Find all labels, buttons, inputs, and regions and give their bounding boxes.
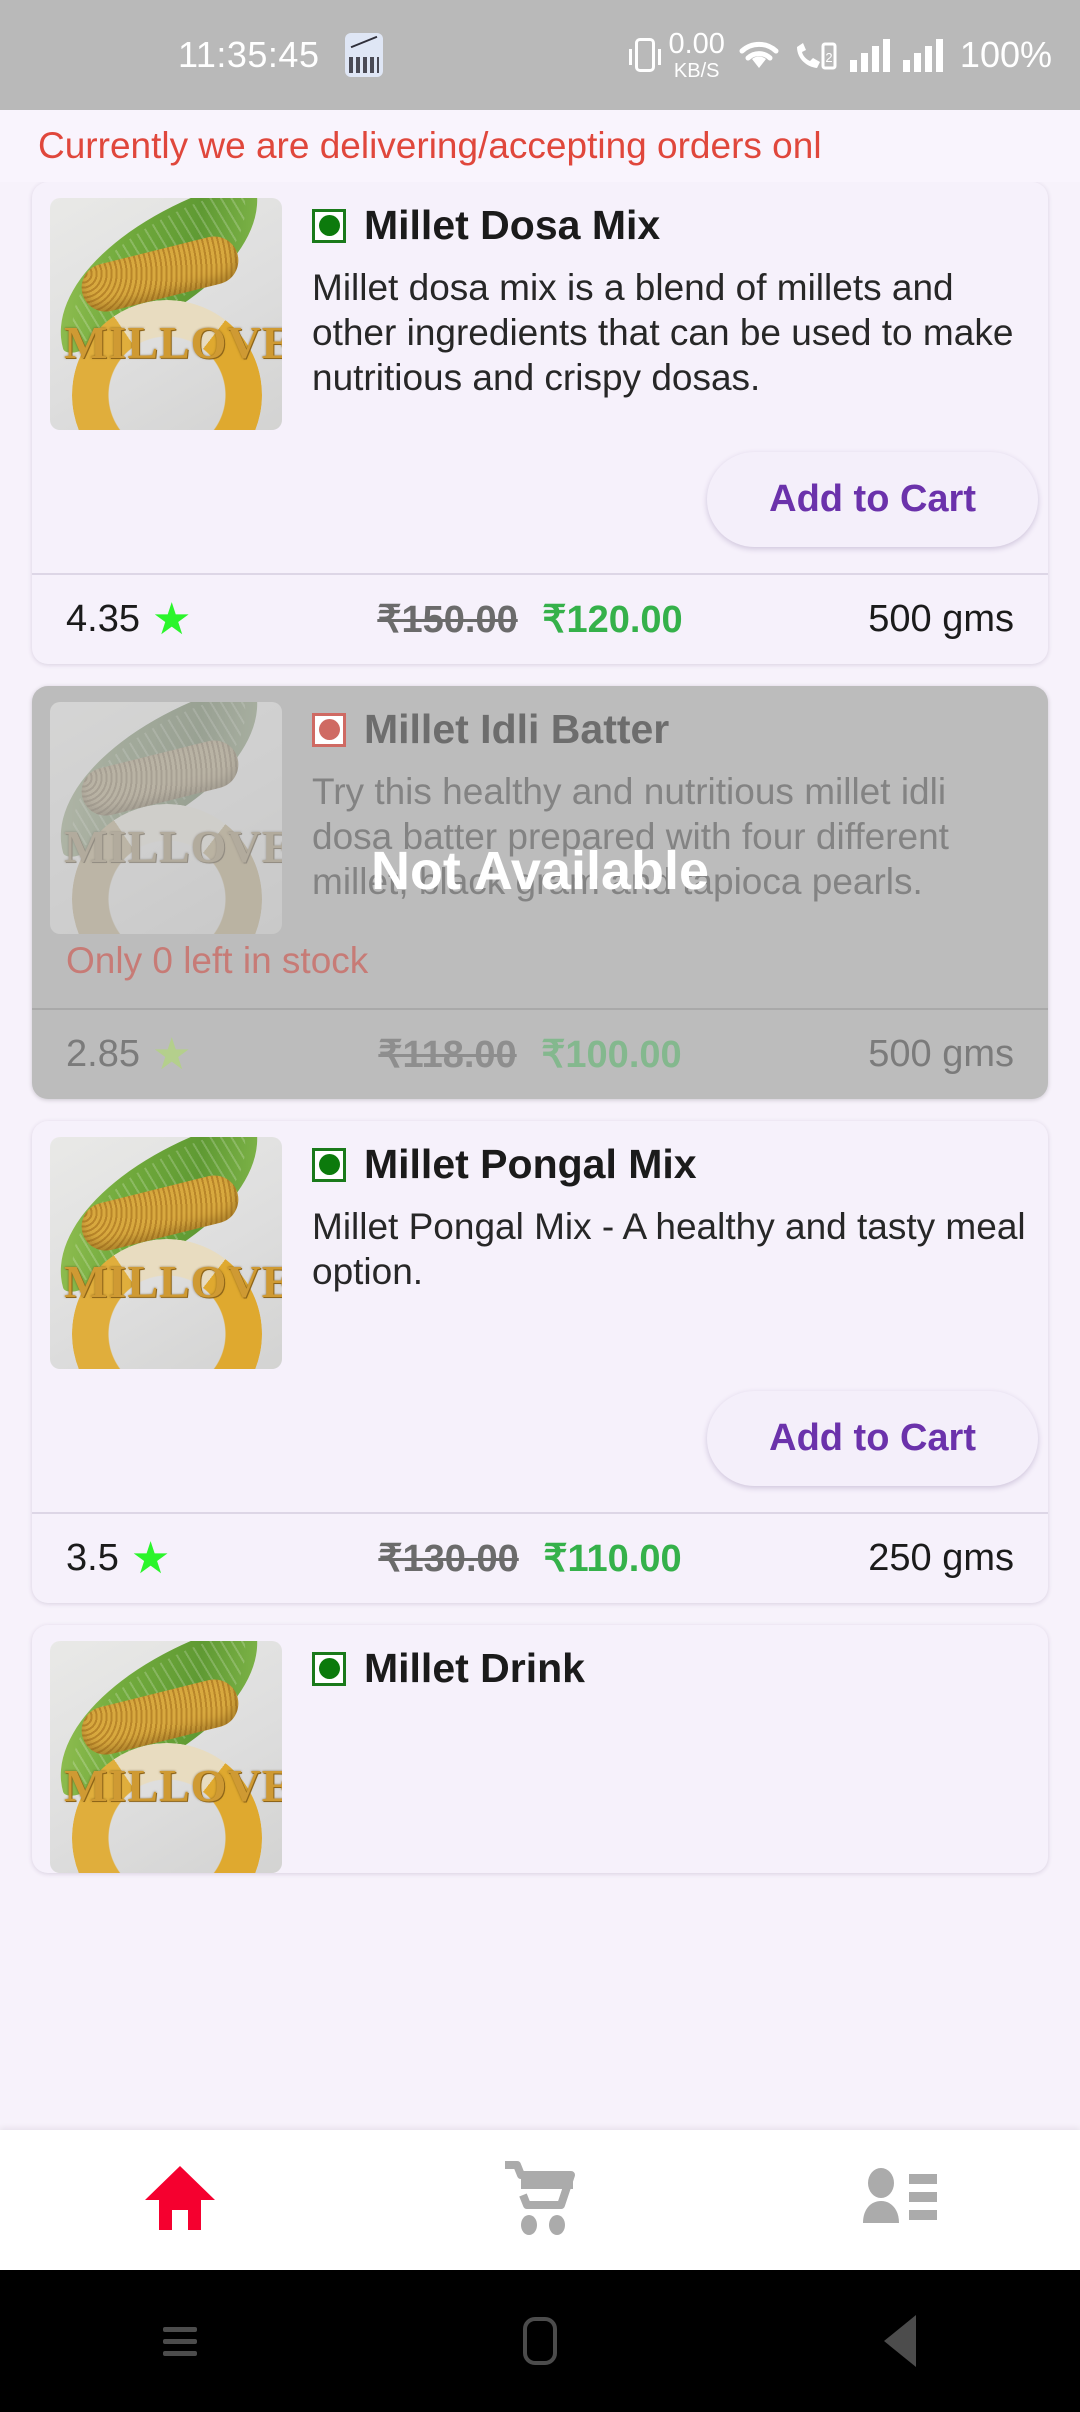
product-card-body: MILLOVE Millet Drink — [32, 1625, 1048, 1873]
product-title-row: Millet Idli Batter — [312, 706, 1030, 753]
veg-indicator-icon — [312, 208, 346, 243]
back-triangle-icon — [884, 2315, 916, 2367]
nonveg-indicator-icon — [312, 712, 346, 747]
product-description: Try this healthy and nutritious millet i… — [312, 771, 949, 903]
product-card-body: MILLOVE Millet Idli Batter Try this heal… — [32, 686, 1048, 934]
product-title-row: Millet Dosa Mix — [312, 202, 1030, 249]
original-price: ₹118.00 — [378, 1034, 517, 1076]
brand-logo-text: MILLOVE — [64, 1760, 282, 1811]
sale-price: ₹100.00 — [541, 1034, 682, 1076]
product-description: Millet dosa mix is a blend of millets an… — [312, 267, 1014, 399]
account-list-icon — [859, 2163, 941, 2238]
product-card-millet-idli-batter[interactable]: MILLOVE Millet Idli Batter Try this heal… — [32, 686, 1048, 1099]
bottom-navigation-bar — [0, 2130, 1080, 2270]
signal-bars-sim1 — [849, 38, 890, 72]
veg-indicator-icon — [312, 1651, 346, 1686]
product-card-body: MILLOVE Millet Pongal Mix Millet Pongal … — [32, 1121, 1048, 1369]
product-rating: 2.85 ★ — [66, 1029, 276, 1079]
nav-item-home[interactable] — [0, 2162, 360, 2239]
original-price: ₹150.00 — [377, 599, 518, 641]
vibrate-icon — [629, 38, 662, 72]
wifi-icon — [738, 38, 780, 72]
phone-screen: 11:35:45 0.00 KB/S 2 100% Currently we a… — [0, 0, 1080, 2412]
rating-value: 3.5 — [66, 1537, 119, 1579]
product-prices: ₹118.00 ₹100.00 — [276, 1032, 784, 1077]
star-icon: ★ — [130, 1533, 171, 1583]
product-image[interactable]: MILLOVE — [50, 198, 282, 430]
product-weight: 500 gms — [868, 598, 1014, 640]
brand-logo-text: MILLOVE — [64, 821, 282, 872]
product-info: Millet Pongal Mix Millet Pongal Mix - A … — [282, 1137, 1030, 1369]
product-footer: 2.85 ★ ₹118.00 ₹100.00 500 gms — [32, 1008, 1048, 1099]
product-weight: 500 gms — [868, 1033, 1014, 1075]
sale-price: ₹120.00 — [542, 599, 683, 641]
add-to-cart-button[interactable]: Add to Cart — [707, 452, 1038, 547]
product-image[interactable]: MILLOVE — [50, 1137, 282, 1369]
stock-status: Only 0 left in stock — [66, 940, 369, 981]
network-speed-value: 0.00 — [668, 27, 725, 60]
status-bar: 11:35:45 0.00 KB/S 2 100% — [0, 0, 1080, 110]
original-price: ₹130.00 — [378, 1538, 519, 1580]
status-bar-right: 0.00 KB/S 2 100% — [629, 27, 1052, 82]
product-card-millet-drink[interactable]: MILLOVE Millet Drink — [32, 1625, 1048, 1873]
home-square-icon — [523, 2317, 557, 2365]
call-signal-icon: 2 — [793, 38, 837, 72]
product-title-row: Millet Pongal Mix — [312, 1141, 1030, 1188]
product-info: Millet Dosa Mix Millet dosa mix is a ble… — [282, 198, 1030, 430]
veg-indicator-icon — [312, 1147, 346, 1182]
brand-logo-text: MILLOVE — [64, 317, 282, 368]
brand-logo-text: MILLOVE — [64, 1256, 282, 1307]
cart-icon — [499, 2159, 581, 2242]
product-footer: 3.5 ★ ₹130.00 ₹110.00 250 gms — [32, 1512, 1048, 1603]
product-title: Millet Dosa Mix — [364, 202, 661, 248]
product-prices: ₹130.00 ₹110.00 — [276, 1536, 784, 1581]
rating-value: 4.35 — [66, 598, 140, 640]
product-image[interactable]: MILLOVE — [50, 1641, 282, 1873]
product-rating: 4.35 ★ — [66, 594, 276, 644]
system-navigation-bar — [0, 2270, 1080, 2412]
menu-icon — [163, 2320, 197, 2363]
product-footer: 4.35 ★ ₹150.00 ₹120.00 500 gms — [32, 573, 1048, 664]
delivery-notice-text: Currently we are delivering/accepting or… — [38, 125, 822, 166]
status-time: 11:35:45 — [178, 34, 320, 75]
product-title: Millet Drink — [364, 1645, 585, 1691]
sys-menu-button[interactable] — [0, 2320, 360, 2363]
rating-value: 2.85 — [66, 1033, 140, 1075]
status-bar-left: 11:35:45 — [178, 33, 384, 77]
product-card-millet-dosa-mix[interactable]: MILLOVE Millet Dosa Mix Millet dosa mix … — [32, 182, 1048, 664]
product-rating: 3.5 ★ — [66, 1533, 276, 1583]
delivery-notice-banner: Currently we are delivering/accepting or… — [0, 110, 1080, 182]
stock-chart-icon — [345, 33, 384, 77]
star-icon: ★ — [151, 594, 192, 644]
product-info: Millet Drink — [282, 1641, 1030, 1873]
sale-price: ₹110.00 — [543, 1538, 682, 1580]
product-list[interactable]: MILLOVE Millet Dosa Mix Millet dosa mix … — [0, 182, 1080, 2130]
sys-home-button[interactable] — [360, 2317, 720, 2365]
product-title-row: Millet Drink — [312, 1645, 1030, 1692]
add-to-cart-button[interactable]: Add to Cart — [707, 1391, 1038, 1486]
network-speed-unit: KB/S — [673, 59, 720, 82]
product-image[interactable]: MILLOVE — [50, 702, 282, 934]
product-title: Millet Pongal Mix — [364, 1141, 697, 1187]
product-prices: ₹150.00 ₹120.00 — [276, 597, 784, 642]
add-to-cart-row: Add to Cart — [32, 1369, 1048, 1512]
product-info: Millet Idli Batter Try this healthy and … — [282, 702, 1030, 934]
svg-text:2: 2 — [825, 50, 832, 65]
product-card-millet-pongal-mix[interactable]: MILLOVE Millet Pongal Mix Millet Pongal … — [32, 1121, 1048, 1603]
nav-item-cart[interactable] — [360, 2159, 720, 2242]
add-to-cart-row: Add to Cart — [32, 430, 1048, 573]
home-icon — [141, 2162, 219, 2239]
product-description: Millet Pongal Mix - A healthy and tasty … — [312, 1206, 1026, 1293]
sys-back-button[interactable] — [720, 2315, 1080, 2367]
nav-item-account[interactable] — [720, 2163, 1080, 2238]
product-weight: 250 gms — [868, 1537, 1014, 1579]
network-speed: 0.00 KB/S — [668, 27, 725, 82]
product-title: Millet Idli Batter — [364, 706, 670, 752]
battery-percentage: 100% — [959, 34, 1052, 75]
star-icon: ★ — [151, 1029, 192, 1079]
product-card-body: MILLOVE Millet Dosa Mix Millet dosa mix … — [32, 182, 1048, 430]
signal-bars-sim2 — [902, 38, 943, 72]
